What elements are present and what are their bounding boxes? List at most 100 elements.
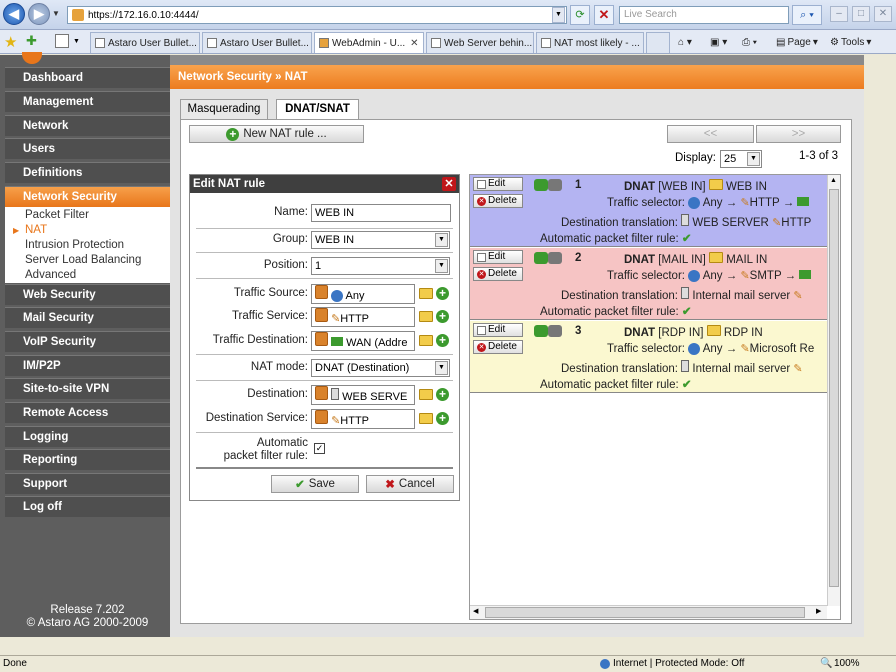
folder-icon[interactable] [419, 288, 433, 299]
enable-toggle[interactable] [534, 179, 564, 191]
home-icon[interactable]: ⌂ ▾ [678, 33, 692, 51]
close-icon[interactable]: ✕ [442, 177, 456, 191]
position-select[interactable]: 1 ▼ [311, 257, 450, 275]
name-field[interactable]: WEB IN [311, 204, 451, 222]
close-window-button[interactable]: ✕ [874, 6, 892, 22]
tab-masquerading[interactable]: Masquerading [180, 99, 268, 120]
sidebar-item-reporting[interactable]: Reporting [5, 449, 170, 470]
scroll-thumb[interactable] [829, 189, 839, 587]
sidebar-item-logging[interactable]: Logging [5, 426, 170, 447]
sidebar-subitem-packet-filter[interactable]: Packet Filter [5, 208, 170, 223]
save-button[interactable]: ✔ Save [271, 475, 359, 493]
scroll-up-icon[interactable]: ▲ [830, 177, 837, 184]
display-count-select[interactable]: 25 ▼ [720, 150, 762, 168]
tools-menu[interactable]: ⚙ Tools ▾ [830, 33, 871, 51]
add-icon[interactable]: + [436, 287, 449, 300]
quick-tabs-icon[interactable] [55, 34, 69, 48]
sidebar-item-log-off[interactable]: Log off [5, 496, 170, 517]
destination-service-field[interactable]: ✎HTTP [311, 409, 415, 429]
add-icon[interactable]: + [436, 334, 449, 347]
browser-tab-3[interactable]: WebAdmin - U... ✕ [314, 32, 424, 53]
delete-button[interactable]: ✕ Delete [473, 194, 523, 208]
add-icon[interactable]: + [436, 412, 449, 425]
auto-pf-checkbox[interactable]: ✓ [314, 443, 325, 454]
forward-button[interactable]: ▶ [28, 3, 50, 25]
enable-toggle[interactable] [534, 252, 564, 264]
trash-icon[interactable] [315, 308, 328, 322]
sidebar-item-network-security[interactable]: Network Security [5, 186, 170, 207]
page-menu[interactable]: ▤ Page ▾ [776, 33, 818, 51]
edit-button[interactable]: Edit [473, 177, 523, 191]
traffic-service-field[interactable]: ✎HTTP [311, 307, 415, 327]
sidebar-item-dashboard[interactable]: Dashboard [5, 67, 170, 88]
feeds-icon[interactable]: ▣ ▾ [710, 33, 727, 51]
folder-icon[interactable] [419, 311, 433, 322]
sidebar-subitem-advanced[interactable]: Advanced [5, 268, 170, 283]
group-select[interactable]: WEB IN ▼ [311, 231, 450, 249]
stop-icon[interactable]: ✕ [594, 5, 614, 25]
browser-tab-5[interactable]: NAT most likely - ... [536, 32, 644, 53]
folder-icon[interactable] [419, 389, 433, 400]
edit-button[interactable]: Edit [473, 250, 523, 264]
add-icon[interactable]: + [436, 310, 449, 323]
sidebar-item-management[interactable]: Management [5, 91, 170, 112]
sidebar-item-mail-security[interactable]: Mail Security [5, 307, 170, 328]
sidebar-subitem-intrusion-protection[interactable]: Intrusion Protection [5, 238, 170, 253]
print-icon[interactable]: ⎙ ▾ [742, 33, 757, 51]
new-tab-button[interactable] [646, 32, 670, 53]
sidebar-item-definitions[interactable]: Definitions [5, 162, 170, 183]
trash-icon[interactable] [315, 332, 328, 346]
next-page-button[interactable]: >> [756, 125, 841, 143]
search-input[interactable]: Live Search [619, 6, 789, 24]
sidebar-subitem-server-load-balancing[interactable]: Server Load Balancing [5, 253, 170, 268]
horizontal-scrollbar[interactable]: ◀ ▶ [470, 605, 827, 619]
history-dropdown-icon[interactable]: ▼ [52, 9, 60, 18]
delete-button[interactable]: ✕ Delete [473, 267, 523, 281]
scroll-thumb[interactable] [485, 607, 805, 618]
url-dropdown-icon[interactable]: ▼ [552, 7, 565, 23]
close-tab-icon[interactable]: ✕ [410, 38, 418, 49]
sidebar-subitem-nat[interactable]: ▶ NAT [5, 223, 170, 238]
tab-dnat-snat[interactable]: DNAT/SNAT [276, 99, 359, 120]
sidebar-item-support[interactable]: Support [5, 473, 170, 494]
sidebar-item-users[interactable]: Users [5, 138, 170, 159]
add-favorite-icon[interactable]: ✚ [26, 33, 37, 49]
traffic-destination-field[interactable]: WAN (Addre [311, 331, 415, 351]
delete-button[interactable]: ✕ Delete [473, 340, 523, 354]
sidebar-item-site-to-site-vpn[interactable]: Site-to-site VPN [5, 378, 170, 399]
minimize-button[interactable]: – [830, 6, 848, 22]
trash-icon[interactable] [315, 386, 328, 400]
destination-field[interactable]: WEB SERVE [311, 385, 415, 405]
folder-icon[interactable] [419, 413, 433, 424]
sidebar-item-im-p2p[interactable]: IM/P2P [5, 355, 170, 376]
cancel-button[interactable]: ✖ Cancel [366, 475, 454, 493]
nat-mode-select[interactable]: DNAT (Destination) ▼ [311, 359, 450, 377]
new-nat-rule-button[interactable]: + New NAT rule ... [189, 125, 364, 143]
sidebar-item-voip-security[interactable]: VoIP Security [5, 331, 170, 352]
zoom-level[interactable]: 100% [834, 656, 860, 672]
back-button[interactable]: ◀ [3, 3, 25, 25]
browser-tab-2[interactable]: Astaro User Bullet... [202, 32, 312, 53]
scroll-left-icon[interactable]: ◀ [473, 607, 478, 615]
prev-page-button[interactable]: << [667, 125, 754, 143]
enable-toggle[interactable] [534, 325, 564, 337]
edit-button[interactable]: Edit [473, 323, 523, 337]
folder-icon[interactable] [419, 335, 433, 346]
tab-list-dropdown-icon[interactable]: ▼ [73, 38, 80, 45]
sidebar-item-web-security[interactable]: Web Security [5, 284, 170, 305]
refresh-icon[interactable]: ⟳ [570, 5, 590, 25]
browser-tab-1[interactable]: Astaro User Bullet... [90, 32, 200, 53]
browser-tab-4[interactable]: Web Server behin... [426, 32, 534, 53]
sidebar-item-remote-access[interactable]: Remote Access [5, 402, 170, 423]
url-field[interactable]: https://172.16.0.10:4444/ [67, 6, 567, 24]
add-icon[interactable]: + [436, 388, 449, 401]
trash-icon[interactable] [315, 410, 328, 424]
vertical-scrollbar[interactable]: ▲ [827, 175, 840, 606]
maximize-button[interactable]: □ [852, 6, 870, 22]
sidebar-item-network[interactable]: Network [5, 115, 170, 136]
trash-icon[interactable] [315, 285, 328, 299]
traffic-source-field[interactable]: Any [311, 284, 415, 304]
scroll-right-icon[interactable]: ▶ [816, 607, 821, 615]
favorites-star-icon[interactable]: ★ [4, 33, 17, 51]
search-icon[interactable]: ⌕ ▾ [792, 5, 822, 25]
